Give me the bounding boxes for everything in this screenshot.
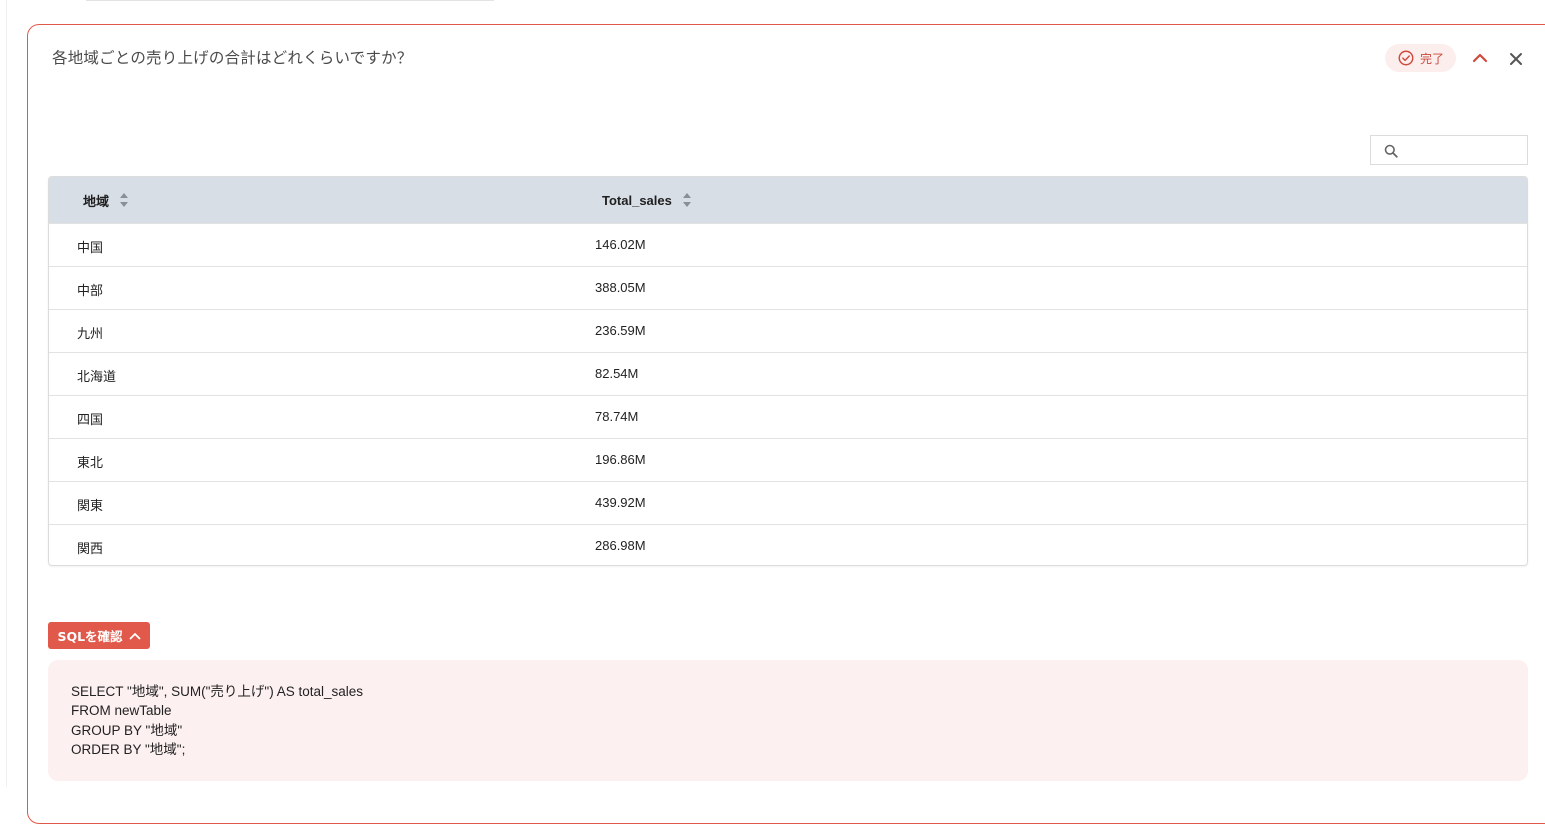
table-row: 関東 439.92M — [49, 481, 1527, 524]
sales-cell: 236.59M — [595, 323, 646, 338]
sales-cell: 286.98M — [595, 538, 646, 553]
column-header-total-sales[interactable]: Total_sales — [602, 177, 692, 223]
check-circle-icon — [1398, 50, 1414, 66]
sort-icon[interactable] — [119, 191, 129, 209]
column-header-region[interactable]: 地域 — [83, 177, 129, 223]
table-row: 四国 78.74M — [49, 395, 1527, 438]
search-input[interactable] — [1405, 140, 1527, 162]
question-title: 各地域ごとの売り上げの合計はどれくらいですか？ — [52, 49, 413, 67]
table-header: 地域 Total_sales — [49, 177, 1527, 223]
search-icon — [1384, 144, 1398, 158]
table-row: 九州 236.59M — [49, 309, 1527, 352]
region-cell: 東北 — [77, 456, 104, 471]
sales-cell: 78.74M — [595, 409, 639, 424]
chevron-up-icon — [129, 632, 140, 639]
sql-code-panel: SELECT "地域", SUM("売り上げ") AS total_sales … — [48, 660, 1528, 781]
left-divider — [0, 0, 7, 787]
column-header-label: Total_sales — [602, 192, 672, 208]
sales-cell: 388.05M — [595, 280, 646, 295]
region-cell: 関西 — [77, 542, 104, 557]
region-cell: 中部 — [77, 284, 104, 299]
region-cell: 四国 — [77, 413, 104, 428]
region-cell: 九州 — [77, 327, 104, 342]
table-row: 関西 286.98M — [49, 524, 1527, 565]
search-field[interactable] — [1370, 135, 1528, 165]
show-sql-button[interactable]: SQLを確認 — [48, 622, 150, 649]
status-badge: 完了 — [1385, 44, 1456, 72]
sql-line: SELECT "地域", SUM("売り上げ") AS total_sales — [71, 684, 363, 699]
sales-cell: 439.92M — [595, 495, 646, 510]
chevron-up-icon[interactable] — [1470, 48, 1490, 68]
show-sql-label: SQLを確認 — [57, 629, 123, 644]
results-table: 地域 Total_sales 中国 146.02M 中部 388.05M 九州 236… — [48, 176, 1528, 566]
sql-line: FROM newTable — [71, 703, 172, 719]
sales-cell: 82.54M — [595, 366, 639, 381]
sql-line: ORDER BY "地域"; — [71, 741, 186, 757]
table-row: 中部 388.05M — [49, 266, 1527, 309]
status-label: 完了 — [1419, 51, 1444, 66]
region-cell: 中国 — [77, 241, 104, 256]
column-header-label: 地域 — [83, 193, 110, 209]
sales-cell: 146.02M — [595, 237, 646, 252]
region-cell: 関東 — [77, 499, 104, 514]
table-row: 東北 196.86M — [49, 438, 1527, 481]
table-row: 北海道 82.54M — [49, 352, 1527, 395]
sort-icon[interactable] — [682, 191, 692, 209]
previous-card-edge — [86, 0, 494, 1]
sql-line: GROUP BY "地域" — [71, 722, 183, 738]
table-row: 中国 146.02M — [49, 223, 1527, 266]
close-icon[interactable] — [1507, 50, 1525, 68]
sales-cell: 196.86M — [595, 452, 646, 467]
region-cell: 北海道 — [77, 370, 117, 385]
